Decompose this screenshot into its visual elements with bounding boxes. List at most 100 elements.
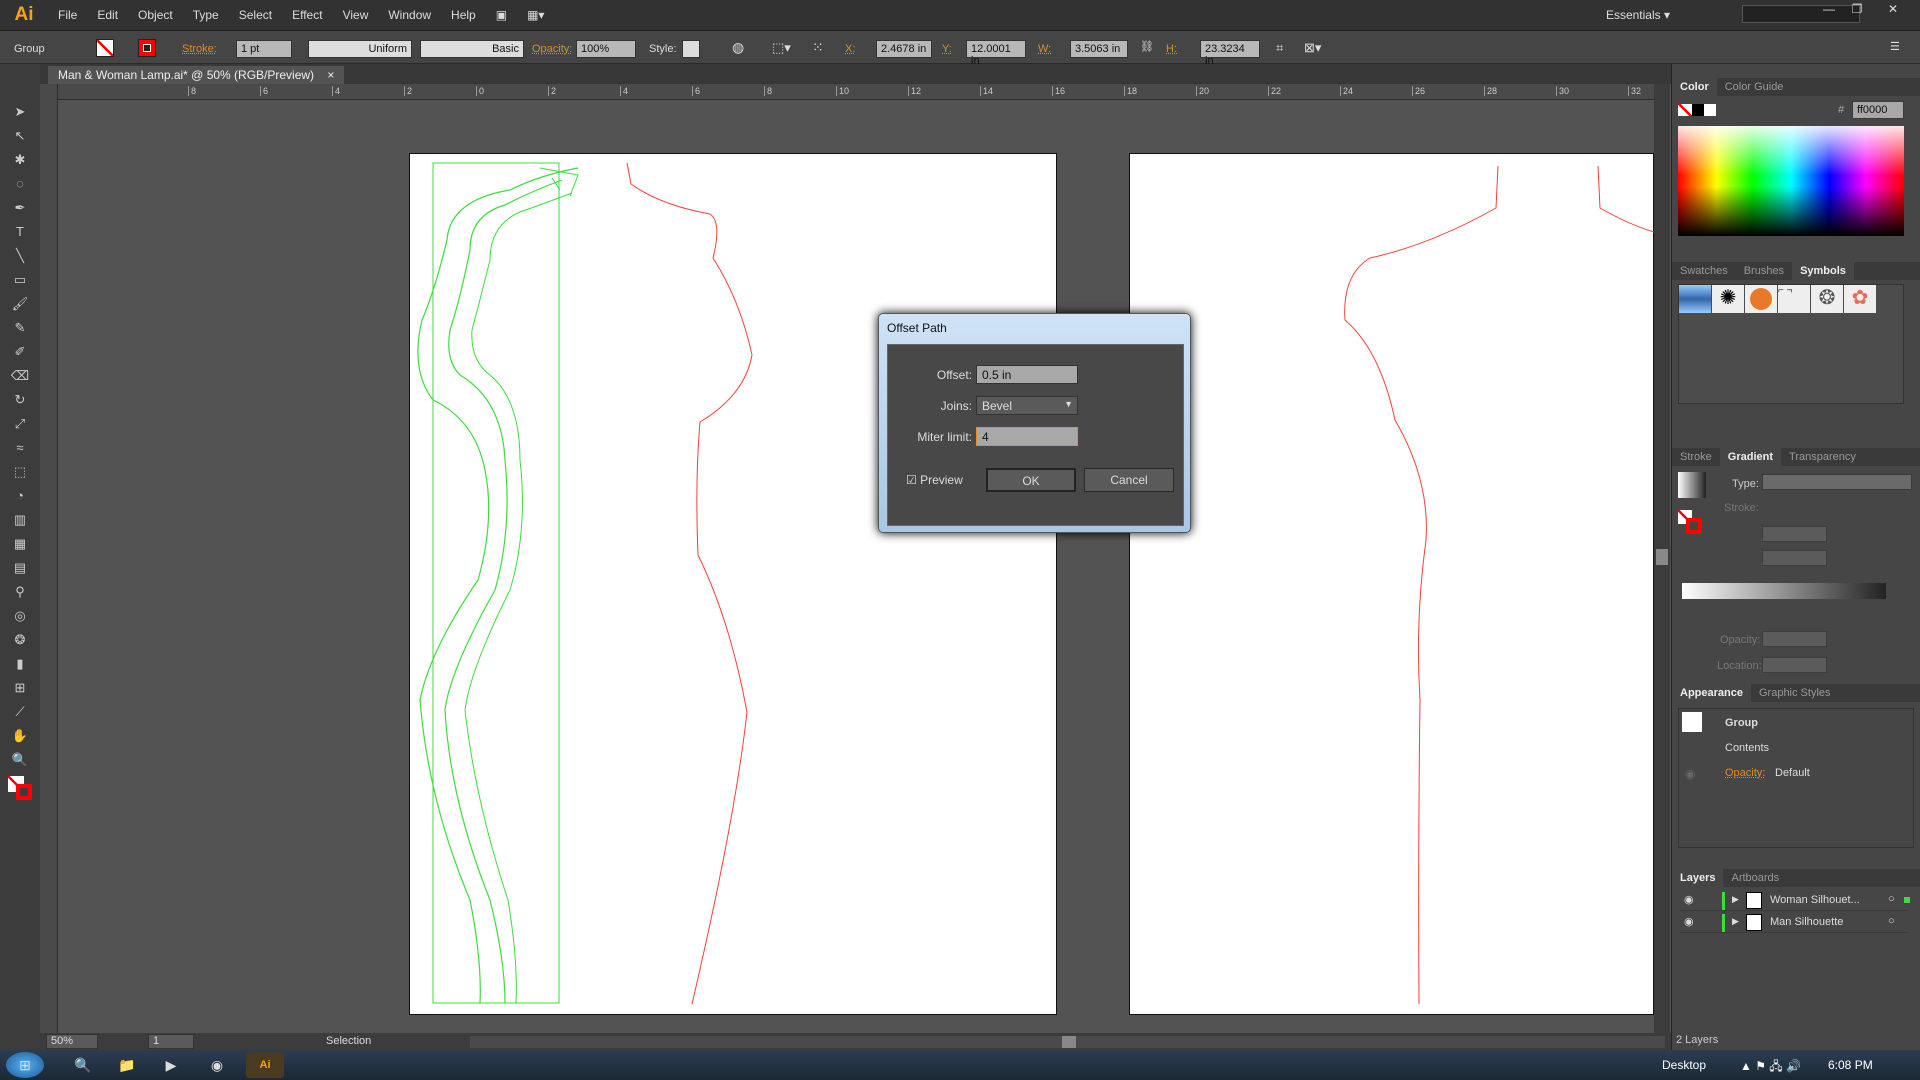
tab-color-guide[interactable]: Color Guide	[1717, 78, 1792, 96]
tab-stroke[interactable]: Stroke	[1672, 448, 1720, 466]
target-icon[interactable]: ○	[1888, 915, 1895, 927]
tab-gradient[interactable]: Gradient	[1719, 448, 1782, 466]
joins-label: Joins:	[940, 399, 972, 413]
layer-name[interactable]: Woman Silhouet...	[1770, 894, 1860, 906]
hex-label: #	[1838, 104, 1845, 116]
illustrator-taskbar-icon[interactable]: Ai	[246, 1052, 284, 1078]
expand-triangle-icon[interactable]: ▶	[1732, 894, 1739, 905]
symbols-panel-tabs: Swatches Brushes Symbols	[1672, 262, 1920, 280]
artwork-layer	[417, 162, 1655, 1005]
layer-row[interactable]: ◉ ▶ Woman Silhouet... ○	[1680, 890, 1910, 911]
layer-thumbnail	[1746, 892, 1762, 909]
expand-triangle-icon[interactable]: ▶	[1732, 916, 1739, 927]
white-swatch[interactable]	[1704, 104, 1716, 116]
symbol-orange-button[interactable]	[1745, 285, 1777, 313]
tab-symbols[interactable]: Symbols	[1792, 262, 1854, 280]
visibility-eye-icon[interactable]: ◉	[1685, 767, 1695, 781]
symbol-flower[interactable]: ✿	[1844, 285, 1876, 313]
layer-name[interactable]: Man Silhouette	[1770, 916, 1843, 928]
gradient-aspect-field[interactable]	[1762, 550, 1827, 566]
gradient-stroke-swatch[interactable]	[1686, 518, 1702, 534]
preview-checkbox[interactable]: ☑ Preview	[906, 473, 963, 487]
layer-count: 2 Layers	[1676, 1034, 1719, 1046]
gradient-slider[interactable]	[1682, 583, 1886, 599]
tab-color[interactable]: Color	[1672, 78, 1717, 96]
gradient-opacity-field[interactable]	[1762, 631, 1827, 647]
symbol-blue-banner[interactable]	[1679, 285, 1711, 313]
artboard-number-field[interactable]: 1	[148, 1034, 194, 1049]
target-icon[interactable]: ○	[1888, 893, 1895, 905]
appearance-list: Group Contents ◉ Opacity: Default	[1678, 708, 1914, 848]
preview-label: Preview	[920, 473, 963, 487]
black-swatch[interactable]	[1692, 104, 1704, 116]
taskbar: ⊞ 🔍 📁 ▶ ◉ Ai Desktop ▲ ⚑ 🖧 🔊 6:08 PM	[0, 1050, 1920, 1080]
man-silhouette-right-path	[1597, 165, 1655, 233]
none-swatch[interactable]	[1678, 104, 1692, 116]
tab-appearance[interactable]: Appearance	[1672, 684, 1751, 702]
selection-bounding-box	[432, 162, 560, 1004]
vertical-scroll-thumb[interactable]	[1656, 549, 1668, 565]
status-bar: 50% 1 Selection	[40, 1033, 1671, 1051]
miter-limit-label: Miter limit:	[917, 430, 972, 444]
color-spectrum[interactable]	[1678, 126, 1904, 236]
explorer-icon[interactable]: 📁	[108, 1052, 146, 1078]
gradient-angle-field[interactable]	[1762, 526, 1827, 542]
man-silhouette-path	[1344, 165, 1499, 1005]
gradient-preview[interactable]	[1678, 472, 1706, 498]
visibility-eye-icon[interactable]: ◉	[1684, 893, 1694, 906]
symbols-list: ✺ ⌐ ¬ ❂ ✿	[1678, 284, 1904, 404]
appearance-contents[interactable]: Contents	[1725, 742, 1769, 754]
gradient-opacity-label: Opacity:	[1720, 634, 1761, 646]
tab-brushes[interactable]: Brushes	[1736, 262, 1792, 280]
woman-silhouette-path	[626, 162, 753, 1005]
appearance-opacity-label[interactable]: Opacity:	[1725, 767, 1765, 779]
zoom-level-field[interactable]: 50%	[46, 1034, 98, 1049]
offset-path-dialog: Offset Path Offset: 0.5 in Joins: Bevel ▼…	[878, 313, 1191, 533]
symbol-ring[interactable]: ❂	[1811, 285, 1843, 313]
clock[interactable]: 6:08 PM	[1828, 1058, 1873, 1072]
offset-path-innermost	[464, 192, 573, 1004]
joins-value: Bevel	[982, 399, 1013, 413]
layers-panel-tabs: Layers Artboards	[1672, 869, 1920, 887]
visibility-eye-icon[interactable]: ◉	[1684, 915, 1694, 928]
gradient-stroke-label: Stroke:	[1724, 502, 1759, 514]
offset-path-inner	[444, 179, 563, 1004]
dialog-title: Offset Path	[887, 321, 947, 335]
taskbar-app-icon[interactable]: 🔍	[64, 1052, 102, 1078]
ok-button[interactable]: OK	[986, 468, 1076, 492]
tab-swatches[interactable]: Swatches	[1672, 262, 1736, 280]
appearance-thumbnail	[1682, 712, 1702, 732]
selected-art-indicator[interactable]	[1904, 897, 1910, 903]
miter-limit-field[interactable]: 4	[976, 427, 1078, 446]
gradient-location-field[interactable]	[1762, 657, 1827, 673]
horizontal-scrollbar[interactable]	[470, 1036, 1665, 1048]
tab-transparency[interactable]: Transparency	[1781, 448, 1864, 466]
layer-row[interactable]: ◉ ▶ Man Silhouette ○	[1680, 912, 1908, 933]
chevron-down-icon: ▼	[1064, 399, 1073, 409]
desktop-toolbar[interactable]: Desktop	[1662, 1058, 1706, 1072]
appearance-panel-tabs: Appearance Graphic Styles	[1672, 684, 1920, 702]
tab-layers[interactable]: Layers	[1672, 869, 1724, 887]
joins-dropdown[interactable]: Bevel ▼	[976, 396, 1078, 415]
status-tool-label[interactable]: Selection	[326, 1035, 371, 1047]
appearance-group[interactable]: Group	[1725, 717, 1758, 729]
appearance-opacity-value: Default	[1775, 767, 1810, 779]
gradient-location-label: Location:	[1717, 660, 1762, 672]
horizontal-scroll-thumb[interactable]	[1062, 1036, 1076, 1048]
vertical-scrollbar[interactable]	[1654, 84, 1670, 1034]
right-panels: Color Color Guide # ff0000 Swatches Brus…	[1671, 64, 1920, 1050]
start-button[interactable]: ⊞	[6, 1052, 44, 1078]
symbol-splatter[interactable]: ✺	[1712, 285, 1744, 313]
chrome-icon[interactable]: ◉	[198, 1052, 236, 1078]
tab-artboards[interactable]: Artboards	[1723, 869, 1787, 887]
symbol-crop-marks[interactable]: ⌐ ¬	[1778, 285, 1810, 313]
tab-graphic-styles[interactable]: Graphic Styles	[1751, 684, 1839, 702]
tray-icons[interactable]: ▲ ⚑ 🖧 🔊	[1740, 1057, 1801, 1078]
gradient-type-dropdown[interactable]	[1762, 474, 1912, 490]
cancel-button[interactable]: Cancel	[1084, 468, 1174, 492]
hex-field[interactable]: ff0000	[1852, 101, 1904, 119]
offset-field[interactable]: 0.5 in	[976, 365, 1078, 384]
media-player-icon[interactable]: ▶	[152, 1052, 190, 1078]
offset-path-outer	[417, 167, 579, 1004]
gradient-type-label: Type:	[1732, 478, 1759, 490]
